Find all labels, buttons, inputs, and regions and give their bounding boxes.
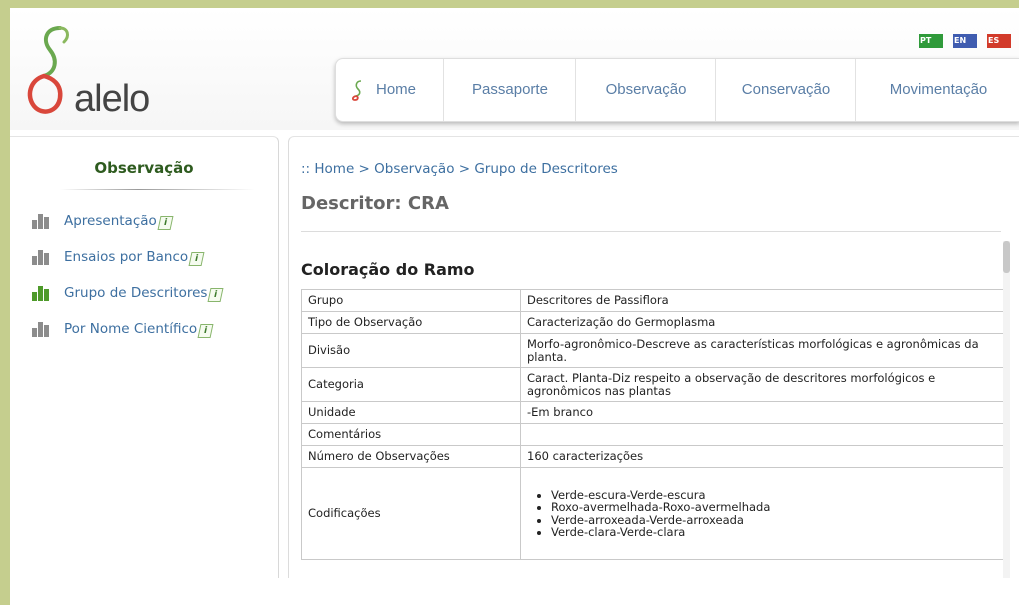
bar-chart-active-icon bbox=[32, 285, 54, 301]
logo-mark-icon bbox=[27, 26, 69, 114]
logo-text: alelo bbox=[74, 78, 150, 120]
flag-pt-code: PT bbox=[920, 36, 932, 45]
sidebar-item-label: Apresentação i bbox=[64, 213, 174, 230]
sidebar-item-label: Ensaios por Banco i bbox=[64, 249, 205, 266]
table-row: Categoria Caract. Planta-Diz respeito a … bbox=[301, 367, 1004, 402]
main-nav: Home Passaporte Observação Conservação M… bbox=[335, 58, 1019, 122]
table-value: Verde-escura-Verde-escura Roxo-avermelha… bbox=[520, 467, 1004, 560]
header: alelo PT EN ES Home Passaporte Observaçã… bbox=[10, 8, 1019, 130]
table-value: Caract. Planta-Diz respeito a observação… bbox=[520, 367, 1004, 402]
table-value: 160 caracterizações bbox=[520, 445, 1004, 468]
table-key: Tipo de Observação bbox=[301, 311, 521, 334]
table-row: Tipo de Observação Caracterização do Ger… bbox=[301, 311, 1004, 334]
nav-passaporte-label: Passaporte bbox=[472, 81, 548, 98]
descriptor-table: Grupo Descritores de Passiflora Tipo de … bbox=[301, 289, 1004, 560]
table-key: Codificações bbox=[301, 467, 521, 560]
flag-en-code: EN bbox=[954, 36, 967, 45]
nav-home-label: Home bbox=[376, 81, 417, 98]
flag-es-code: ES bbox=[988, 36, 1000, 45]
logo[interactable]: alelo bbox=[20, 22, 180, 122]
list-item: Verde-clara-Verde-clara bbox=[551, 526, 997, 539]
table-row: Comentários bbox=[301, 423, 1004, 446]
table-value bbox=[520, 423, 1004, 446]
page: alelo PT EN ES Home Passaporte Observaçã… bbox=[10, 8, 1019, 579]
section-title: Coloração do Ramo bbox=[301, 260, 475, 279]
nav-item-movimentacao[interactable]: Movimentação bbox=[855, 59, 1019, 121]
breadcrumb[interactable]: :: Home > Observação > Grupo de Descrito… bbox=[301, 161, 618, 177]
nav-item-home[interactable]: Home bbox=[336, 59, 443, 121]
sidebar-item-por-nome-cientifico[interactable]: Por Nome Científico i bbox=[32, 317, 272, 339]
bar-chart-icon bbox=[32, 213, 54, 229]
codificacoes-list: Verde-escura-Verde-escura Roxo-avermelha… bbox=[527, 488, 997, 539]
flag-en-icon[interactable]: EN bbox=[953, 34, 977, 48]
main-content: :: Home > Observação > Grupo de Descrito… bbox=[288, 136, 1019, 579]
table-row: Divisão Morfo-agronômico-Descreve as car… bbox=[301, 333, 1004, 368]
table-value: -Em branco bbox=[520, 401, 1004, 424]
nav-item-conservacao[interactable]: Conservação bbox=[715, 59, 856, 121]
table-row: Unidade -Em branco bbox=[301, 401, 1004, 424]
table-key: Unidade bbox=[301, 401, 521, 424]
bottom-strip bbox=[10, 578, 1019, 605]
table-key: Número de Observações bbox=[301, 445, 521, 468]
content-divider bbox=[301, 231, 1001, 232]
nav-item-passaporte[interactable]: Passaporte bbox=[443, 59, 576, 121]
sidebar-item-ensaios-por-banco[interactable]: Ensaios por Banco i bbox=[32, 245, 272, 267]
bar-chart-icon bbox=[32, 249, 54, 265]
home-logo-icon bbox=[351, 80, 362, 101]
list-item: Roxo-avermelhada-Roxo-avermelhada bbox=[551, 501, 997, 514]
sidebar-item-label: Grupo de Descritores i bbox=[64, 285, 224, 302]
flag-es-icon[interactable]: ES bbox=[987, 34, 1011, 48]
info-icon[interactable]: i bbox=[197, 324, 214, 338]
sidebar-item-label: Por Nome Científico i bbox=[64, 321, 214, 338]
table-value: Morfo-agronômico-Descreve as característ… bbox=[520, 333, 1004, 368]
nav-observacao-label: Observação bbox=[605, 81, 687, 98]
flag-pt-icon[interactable]: PT bbox=[919, 34, 943, 48]
nav-movimentacao-label: Movimentação bbox=[889, 81, 988, 98]
table-row: Número de Observações 160 caracterizaçõe… bbox=[301, 445, 1004, 468]
bar-chart-icon bbox=[32, 321, 54, 337]
scrollbar-thumb[interactable] bbox=[1003, 241, 1010, 273]
table-row: Grupo Descritores de Passiflora bbox=[301, 289, 1004, 312]
info-icon[interactable]: i bbox=[207, 288, 224, 302]
info-icon[interactable]: i bbox=[188, 252, 205, 266]
table-key: Grupo bbox=[301, 289, 521, 312]
nav-item-observacao[interactable]: Observação bbox=[575, 59, 716, 121]
sidebar-title: Observação bbox=[94, 159, 194, 177]
nav-conservacao-label: Conservação bbox=[741, 81, 831, 98]
sidebar-item-apresentacao[interactable]: Apresentação i bbox=[32, 209, 272, 231]
table-key: Divisão bbox=[301, 333, 521, 368]
sidebar-item-grupo-de-descritores[interactable]: Grupo de Descritores i bbox=[32, 281, 272, 303]
table-value: Caracterização do Germoplasma bbox=[520, 311, 1004, 334]
language-flags: PT EN ES bbox=[919, 34, 1019, 56]
info-icon[interactable]: i bbox=[157, 216, 174, 230]
table-key: Categoria bbox=[301, 367, 521, 402]
table-row: Codificações Verde-escura-Verde-escura R… bbox=[301, 467, 1004, 560]
table-key: Comentários bbox=[301, 423, 521, 446]
scrollbar[interactable] bbox=[1003, 241, 1010, 579]
sidebar-divider bbox=[60, 189, 255, 190]
page-title: Descritor: CRA bbox=[301, 193, 449, 214]
sidebar: Observação Apresentação i Ensaios por Ban… bbox=[10, 136, 279, 579]
table-value: Descritores de Passiflora bbox=[520, 289, 1004, 312]
